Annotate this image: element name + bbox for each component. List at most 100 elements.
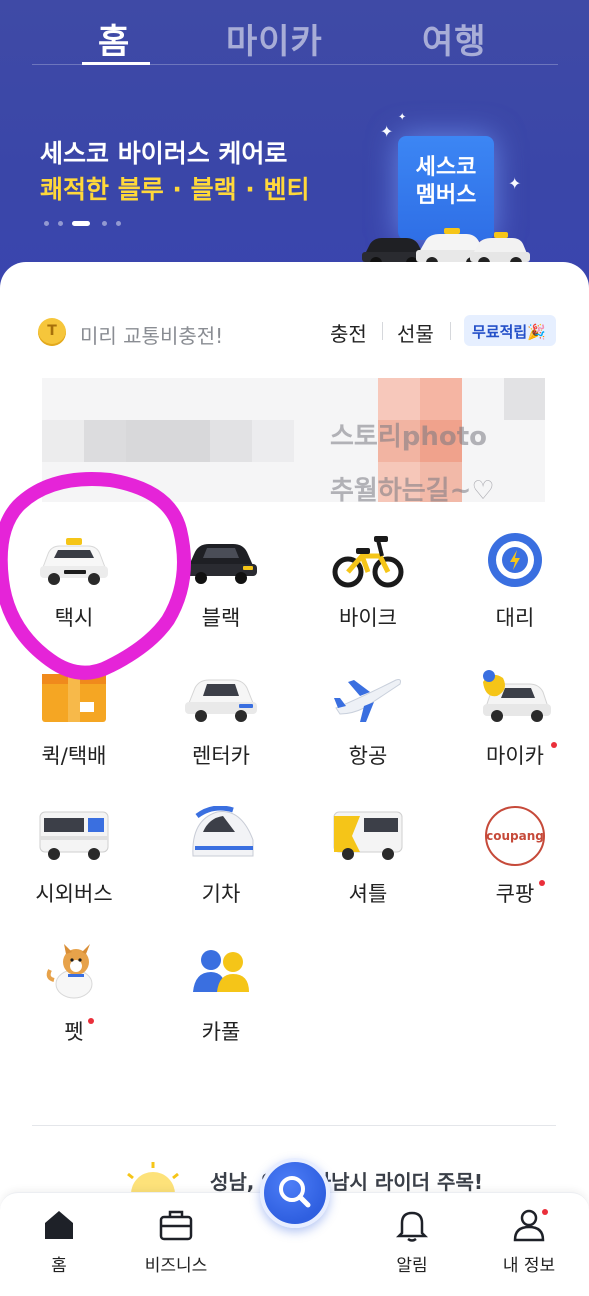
separator [382,322,383,340]
service-label: 시외버스 [35,882,113,906]
page-dot [44,221,49,226]
bike-icon [332,536,404,588]
blur-block [420,378,462,420]
service-label: 카풀 [201,1020,241,1044]
new-indicator-dot [88,1018,94,1024]
app-screen: 홈 마이카 여행 세스코 바이러스 케어로 쾌적한 블루 · 블랙 · 벤티 ✦… [0,0,589,1296]
new-indicator-dot [542,1209,548,1215]
separator [450,322,451,340]
service-flight[interactable]: 항공 [303,668,433,788]
sparkle-icon: ✦ [508,174,522,193]
service-designated-driver[interactable]: 대리 [450,530,580,650]
banner-headline[interactable]: 세스코 바이러스 케어로 [40,134,287,170]
service-label: 렌터카 [192,744,250,768]
header: 홈 마이카 여행 세스코 바이러스 케어로 쾌적한 블루 · 블랙 · 벤티 ✦… [0,0,589,300]
service-quick-delivery[interactable]: 퀵/택배 [9,668,139,788]
blur-block [84,420,126,462]
free-points-label: 무료적립🎉 [472,323,546,341]
service-bike[interactable]: 바이크 [303,530,433,650]
service-pet[interactable]: 펫 [9,944,139,1064]
blur-block [42,420,84,462]
train-icon [192,806,254,857]
tab-travel[interactable]: 여행 [422,14,487,63]
promo-banner[interactable]: 스토리photo 추월하는길~♡ [42,378,545,502]
black-car-icon [185,544,257,584]
nav-label: 내 정보 [502,1256,556,1276]
home-icon [45,1211,73,1239]
nav-home[interactable]: 홈 [4,1193,114,1283]
page-dot-active [72,221,90,226]
service-coupang[interactable]: coupang 쿠팡 [450,806,580,926]
taxi-icon [40,538,108,585]
prepaid-promo-text[interactable]: 미리 교통비충전! [80,320,223,349]
free-points-button[interactable]: 무료적립🎉 [464,315,556,346]
service-mycar[interactable]: 마이카 [450,668,580,788]
service-label: 마이카 [486,744,544,768]
rider-notice-text[interactable]: 성남, 안산, 하남시 라이더 주목! [210,1166,483,1195]
nav-alerts[interactable]: 알림 [357,1193,467,1283]
svg-text:coupang: coupang [486,829,544,843]
search-button[interactable] [260,1158,330,1228]
blur-block [126,420,210,462]
service-carpool[interactable]: 카풀 [156,944,286,1064]
service-label: 택시 [54,606,94,630]
gift-button[interactable]: 선물 [397,318,434,347]
badge-text-line2: 멤버스 [415,183,477,208]
nav-label: 홈 [51,1256,67,1276]
nav-business[interactable]: 비즈니스 [121,1193,231,1283]
parcel-box-icon [42,674,106,722]
blur-block [252,420,294,462]
service-black[interactable]: 블랙 [156,530,286,650]
airplane-icon [334,679,401,722]
new-indicator-dot [551,742,557,748]
blur-block [378,378,420,420]
new-indicator-dot [539,880,545,886]
tab-divider [32,64,558,65]
steering-wheel-icon [488,533,542,587]
blur-block [504,378,545,420]
my-car-icon [483,670,551,722]
sparkle-icon: ✦ [398,112,407,123]
banner-subheadline[interactable]: 쾌적한 블루 · 블랙 · 벤티 [40,170,310,206]
tab-mycar[interactable]: 마이카 [226,14,323,63]
briefcase-icon [159,1210,193,1241]
coupang-icon: coupang [485,806,545,866]
coin-icon: T [38,318,66,346]
search-icon [279,1176,311,1208]
tab-home[interactable]: 홈 [98,14,130,63]
badge-text-line1: 세스코 [415,155,477,180]
bus-icon [39,811,109,860]
cesco-members-badge[interactable]: 세스코 멤버스 [398,136,494,240]
pet-icon [46,944,93,999]
service-label: 쿠팡 [495,882,535,906]
page-dot [116,221,121,226]
charge-button[interactable]: 충전 [330,318,367,347]
rental-car-icon [185,679,257,722]
service-rental-car[interactable]: 렌터카 [156,668,286,788]
service-label: 바이크 [339,606,397,630]
nav-label: 비즈니스 [144,1256,208,1276]
nav-label: 알림 [396,1256,428,1276]
shuttle-icon [333,811,403,860]
service-train[interactable]: 기차 [156,806,286,926]
service-taxi[interactable]: 택시 [9,530,139,650]
service-label: 대리 [495,606,535,630]
service-label: 셔틀 [348,882,388,906]
service-label: 항공 [348,744,388,768]
sparkle-icon: ✦ [380,122,394,141]
service-label: 기차 [201,882,241,906]
top-tabs: 홈 마이카 여행 [0,8,589,65]
bell-icon [395,1211,429,1242]
carpool-icon [193,950,249,992]
service-label: 블랙 [201,606,241,630]
banner-text-line2: 추월하는길~♡ [330,476,495,502]
blur-block [210,420,252,462]
banner-text-line1: 스토리photo [330,422,488,452]
service-label: 펫 [64,1020,84,1044]
service-label: 퀵/택배 [41,744,107,768]
page-dot [102,221,107,226]
page-dot [58,221,63,226]
service-intercity-bus[interactable]: 시외버스 [9,806,139,926]
nav-my-info[interactable]: 내 정보 [474,1193,584,1283]
service-shuttle[interactable]: 셔틀 [303,806,433,926]
